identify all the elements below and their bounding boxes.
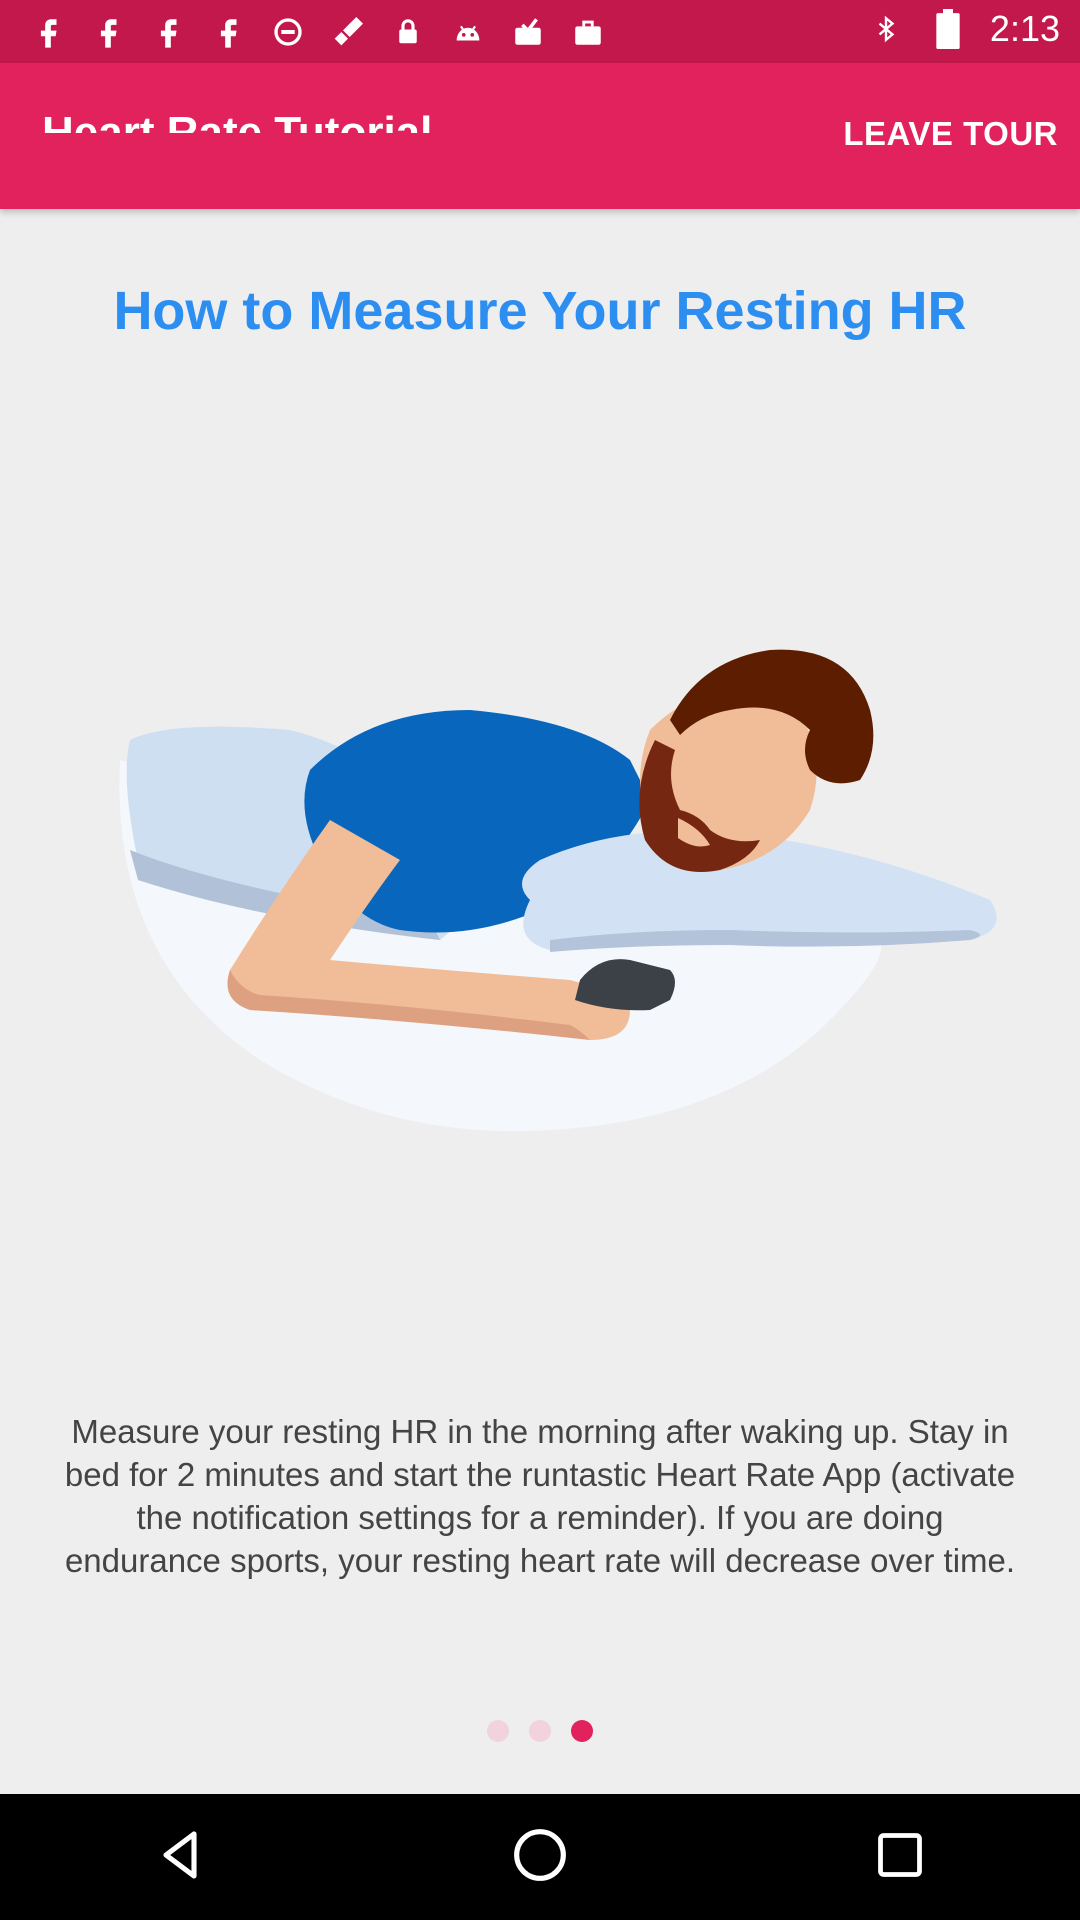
page-dot-3[interactable]	[571, 1720, 593, 1742]
page-title: How to Measure Your Resting HR	[113, 281, 967, 341]
lock-icon	[388, 12, 428, 52]
back-button[interactable]	[145, 1822, 215, 1892]
page-dot-2[interactable]	[529, 1720, 551, 1742]
android-icon	[448, 12, 488, 52]
tutorial-description: Measure your resting HR in the morning a…	[64, 1413, 1016, 1579]
facebook-icon	[28, 12, 68, 52]
notification-icons	[28, 12, 608, 52]
battery-icon	[928, 9, 968, 49]
facebook-icon	[208, 12, 248, 52]
fake-gps-icon	[328, 12, 368, 52]
home-icon	[512, 1827, 568, 1888]
task-icon	[508, 12, 548, 52]
briefcase-icon	[568, 12, 608, 52]
system-icons: 2:13	[866, 8, 1060, 50]
back-icon	[152, 1827, 208, 1888]
recents-button[interactable]	[865, 1822, 935, 1892]
app-bar: Heart Rate Tutorial LEAVE TOUR	[0, 63, 1080, 209]
facebook-icon	[148, 12, 188, 52]
blocked-icon	[268, 12, 308, 52]
app-title-container: Heart Rate Tutorial	[42, 111, 542, 133]
recents-icon	[874, 1829, 926, 1886]
home-button[interactable]	[505, 1822, 575, 1892]
facebook-icon	[88, 12, 128, 52]
leave-tour-button[interactable]: LEAVE TOUR	[843, 115, 1058, 153]
app-title: Heart Rate Tutorial	[42, 111, 432, 133]
system-nav-bar	[0, 1794, 1080, 1920]
page-dot-1[interactable]	[487, 1720, 509, 1742]
sleeping-person-illustration	[110, 640, 1010, 1160]
bluetooth-icon	[866, 9, 906, 49]
status-time: 2:13	[989, 8, 1060, 49]
page-indicator	[0, 1720, 1080, 1742]
status-bar: 2:13	[0, 0, 1080, 63]
